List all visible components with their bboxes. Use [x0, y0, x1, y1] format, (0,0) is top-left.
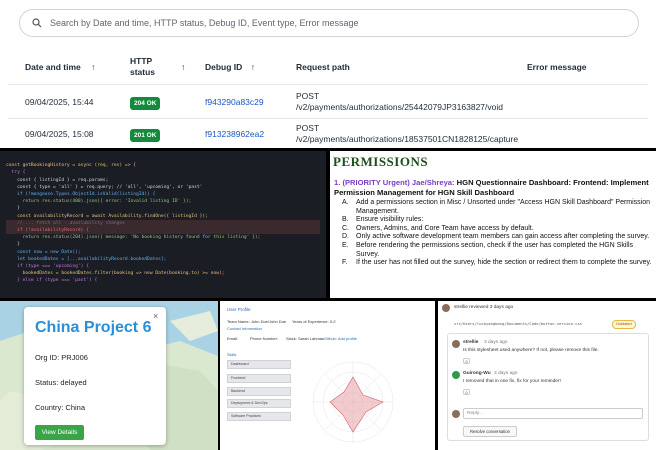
map-view[interactable]: × China Project 6 Org ID: PRJ006 Status:…: [0, 301, 218, 450]
sort-arrow-icon[interactable]: ↑: [181, 62, 185, 73]
status-text: Status: delayed: [35, 378, 87, 387]
code-line: if (!availabilityRecord) {: [6, 227, 320, 235]
skill-tab-practices[interactable]: Software Practices: [227, 412, 291, 421]
contact-header: Contact Information: [227, 326, 262, 331]
search-icon: [32, 18, 42, 28]
comment-user[interactable]: Guirong-Wu: [463, 371, 491, 378]
list-item: D. Only active software development team …: [342, 233, 650, 241]
code-line: const now = new Date();: [6, 249, 81, 255]
org-id: Org ID: PRJ006: [35, 353, 88, 362]
profile-header: User Profile: [227, 307, 251, 312]
comment-user[interactable]: strellie: [463, 340, 478, 347]
team-name: Team Name: John Doe/John Doe: [227, 319, 287, 324]
code-line: return res.status(204).json({ message: '…: [6, 235, 261, 241]
debug-id-link[interactable]: f943290a83c29: [205, 97, 264, 108]
permissions-document: PERMISSIONS 1. (PRIORITY Urgent) Jae/Shr…: [330, 151, 656, 298]
country-text: Country: China: [35, 403, 86, 412]
skills-radar-chart: [312, 361, 394, 443]
email-label: Email:: [227, 336, 239, 341]
avatar: [452, 340, 460, 348]
avatar: [452, 410, 460, 418]
list-item: B. Ensure visibility rules:: [342, 216, 424, 224]
col-path-header: Request path: [296, 62, 350, 72]
outdated-badge: Outdated: [612, 320, 636, 329]
list-item: A. Add a permissions section in Misc / Un…: [342, 199, 651, 215]
col-date-header[interactable]: Date and time ↑: [25, 62, 95, 73]
code-line: if (type === 'upcoming') {: [6, 264, 89, 270]
comment-time: 3 days ago: [484, 340, 508, 345]
code-line: } else if (type === 'past') {: [6, 278, 98, 284]
github-link[interactable]: Github: Add profile: [324, 336, 357, 341]
skills-title: Skills: [227, 352, 237, 357]
code-line: }: [6, 206, 20, 212]
skill-tab-frontend[interactable]: Frontend: [227, 374, 291, 383]
view-details-button[interactable]: View Details: [35, 425, 84, 440]
skill-tab-dashboard[interactable]: Dashboard: [227, 360, 291, 369]
row-date: 09/04/2025, 15:08: [25, 129, 94, 139]
code-line: try {: [6, 170, 26, 176]
col-error-header: Error message: [527, 62, 587, 72]
file-path[interactable]: src/Users/luckyangbang/Documents/Code/bu…: [454, 321, 582, 328]
row-date: 09/04/2025, 15:44: [25, 97, 94, 107]
list-item: C. Owners, Admins, and Core Team have acc…: [342, 224, 534, 232]
search-box[interactable]: Search by Date and time, HTTP status, De…: [19, 9, 639, 37]
code-line: const availabilityRecord = await Availab…: [6, 213, 208, 219]
col-status-header[interactable]: HTTP status: [130, 56, 155, 78]
code-line: const getBookingHistory = async (req, re…: [6, 163, 136, 169]
experience: Years of Experience: 0-2: [292, 319, 336, 324]
doc-heading: 1. (PRIORITY Urgent) Jae/Shreya: HGN Que…: [334, 178, 649, 197]
comment-text: I removed that in one fix, fix for your …: [463, 379, 561, 384]
phone-label: Phone Number:: [250, 336, 279, 341]
project-title: China Project 6: [35, 319, 152, 336]
slack-label: Slack: Sarah Lahman: [286, 336, 325, 341]
request-path: POST/v2/payments/authorizations/18537501…: [296, 123, 519, 144]
doc-title: PERMISSIONS: [333, 154, 429, 169]
emoji-reaction-icon[interactable]: ☺: [463, 389, 470, 395]
code-line: // ... fetch all - availability changes: [6, 219, 320, 228]
table-row[interactable]: 09/04/2025, 15:08 201 OK f913238962ea2 P…: [8, 118, 648, 148]
audit-log-panel: Search by Date and time, HTTP status, De…: [0, 0, 656, 148]
emoji-reaction-icon[interactable]: ☺: [463, 358, 470, 364]
review-header: strellie reviewed 3 days ago: [454, 305, 514, 310]
doc-list: A. Add a permissions section in Misc / Un…: [342, 199, 654, 268]
col-debug-header[interactable]: Debug ID ↑: [205, 62, 255, 73]
list-item: F. If the user has not filled out the sur…: [342, 259, 652, 267]
request-path: POST/v2/payments/authorizations/25442079…: [296, 91, 503, 112]
debug-id-link[interactable]: f913238962ea2: [205, 129, 264, 140]
user-profile-panel: User Profile Team Name: John Doe/John Do…: [220, 301, 435, 450]
code-line: const { listingId } = req.params;: [6, 177, 109, 183]
pr-review-panel: strellie reviewed 3 days ago src/Users/l…: [438, 301, 656, 450]
status-badge: 204 OK: [130, 97, 161, 110]
comment-text: Is this stylesheet used anywhere? If not…: [463, 348, 599, 353]
reply-input[interactable]: Reply...: [463, 408, 643, 419]
sort-arrow-icon: ↑: [250, 62, 255, 72]
code-line: }: [6, 242, 20, 248]
code-line: if (!mongoose.Types.ObjectId.isValid(lis…: [6, 192, 156, 198]
code-editor: const getBookingHistory = async (req, re…: [0, 151, 326, 298]
status-badge: 201 OK: [130, 129, 161, 142]
comment-time: 3 days ago: [494, 371, 518, 376]
code-line: bookedDates = bookedDates.filter(booking…: [6, 271, 225, 277]
comment-thread: strellie 3 days ago Is this stylesheet u…: [447, 333, 649, 441]
avatar: [442, 304, 450, 312]
skill-tab-devops[interactable]: Deployment & DevOps: [227, 399, 291, 408]
resolve-conversation-button[interactable]: Resolve conversation: [463, 426, 517, 437]
skill-tab-backend[interactable]: Backend: [227, 387, 291, 396]
table-row[interactable]: 09/04/2025, 15:44 204 OK f943290a83c29 P…: [8, 84, 648, 118]
sort-arrow-icon: ↑: [91, 62, 96, 72]
code-line: const { type = 'all' } = req.query; // '…: [6, 184, 203, 190]
list-item: E. Before rendering the permissions secti…: [342, 241, 634, 258]
close-icon[interactable]: ×: [153, 311, 158, 321]
search-placeholder: Search by Date and time, HTTP status, De…: [50, 18, 359, 28]
avatar: [452, 371, 460, 379]
code-line: let bookedDates = [...availabilityRecord…: [6, 256, 167, 262]
code-line: return res.status(400).json({ error: 'In…: [6, 199, 192, 205]
project-popup: × China Project 6 Org ID: PRJ006 Status:…: [24, 307, 166, 445]
